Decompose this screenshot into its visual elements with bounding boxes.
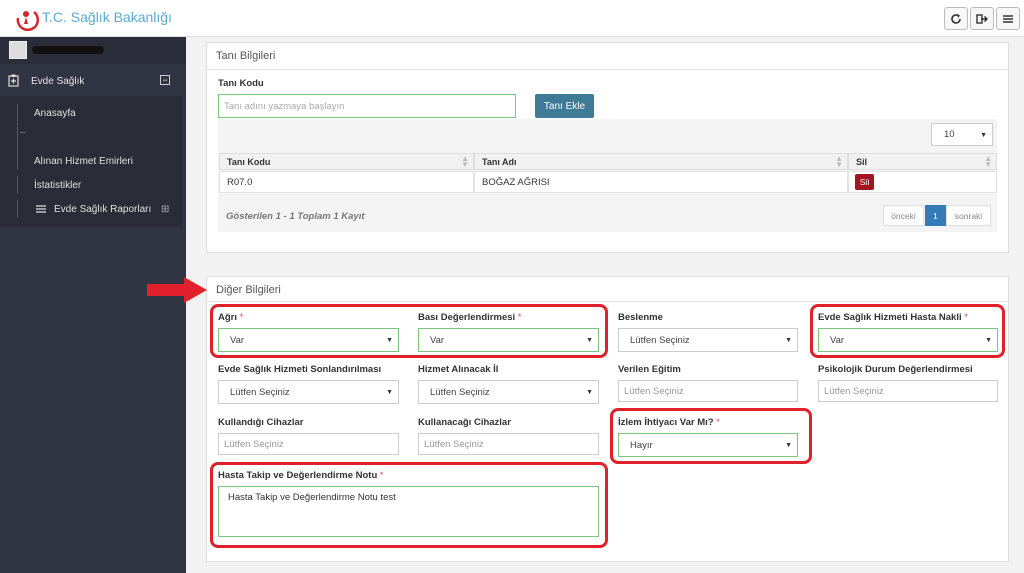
sort-icon: ▲ ▼: [984, 154, 992, 169]
psikolojik-input[interactable]: Lütfen Seçiniz: [818, 380, 998, 402]
panel-divider: [207, 69, 1008, 70]
menu-icon: [1003, 14, 1013, 23]
page-size-value: 10: [944, 129, 955, 140]
select-value: Lütfen Seçiniz: [630, 334, 690, 346]
beslenme-select[interactable]: Lütfen Seçiniz ▼: [618, 328, 798, 352]
tree-line: [17, 152, 18, 170]
list-icon: [36, 205, 46, 213]
tree-line: [17, 176, 18, 194]
menu-button[interactable]: [996, 7, 1020, 30]
hizmet-il-label: Hizmet Alınacak İl: [418, 364, 499, 375]
psikolojik-label: Psikolojik Durum Değerlendirmesi: [818, 364, 973, 375]
tani-search-input[interactable]: Tanı adını yazmaya başlayın: [218, 94, 516, 118]
sort-icon: ▲ ▼: [461, 154, 469, 169]
refresh-icon: [951, 13, 961, 24]
panel-title: Diğer Bilgileri: [216, 284, 281, 296]
logo-text: T.C. Sağlık Bakanlığı: [42, 9, 172, 25]
pagination-prev[interactable]: önceki: [883, 205, 924, 226]
kullanacagi-label: Kullanacağı Cihazlar: [418, 417, 511, 428]
hizmet-il-select[interactable]: Lütfen Seçiniz ▼: [418, 380, 599, 404]
sidebar: Evde Sağlık − Anasayfa Alınan Hizmet Emi…: [0, 37, 186, 573]
user-profile[interactable]: [0, 37, 186, 64]
table-footer-info: Gösterilen 1 - 1 Toplam 1 Kayıt: [226, 211, 365, 222]
sidebar-item-blank[interactable]: [0, 123, 182, 141]
column-header-tani-kodu[interactable]: Tanı Kodu ▲ ▼: [219, 153, 474, 170]
pagination-next[interactable]: sonraki: [946, 205, 991, 226]
expand-icon[interactable]: ⊞: [161, 204, 169, 215]
sidebar-item-evde-saglik[interactable]: Evde Sağlık −: [0, 70, 186, 92]
table-cell-name: BOĞAZ AĞRISI: [474, 171, 848, 193]
highlight-box: [610, 408, 812, 464]
sidebar-item-label: Evde Sağlık Raporları: [54, 204, 152, 215]
pagination-page-1[interactable]: 1: [925, 205, 946, 226]
ministry-logo[interactable]: T.C. Sağlık Bakanlığı: [10, 4, 190, 34]
sidebar-item-anasayfa[interactable]: Anasayfa: [0, 104, 182, 122]
redacted-user-name: [32, 46, 104, 54]
kullandigi-label: Kullandığı Cihazlar: [218, 417, 304, 428]
refresh-button[interactable]: [944, 7, 968, 30]
sidebar-item-label: İstatistikler: [34, 180, 82, 191]
crescent-logo-icon: [16, 11, 40, 32]
chevron-down-icon: ▼: [785, 337, 792, 344]
egitim-label: Verilen Eğitim: [618, 364, 681, 375]
highlight-box: [210, 462, 608, 548]
sidebar-item-label: Anasayfa: [34, 108, 76, 119]
egitim-input[interactable]: Lütfen Seçiniz: [618, 380, 798, 402]
logout-icon: [976, 13, 988, 24]
highlight-box: [210, 304, 608, 358]
panel-title: Tanı Bilgileri: [216, 50, 276, 62]
column-header-label: Sil: [856, 156, 868, 167]
sidebar-item-label: Alınan Hizmet Emirleri: [34, 156, 133, 167]
column-header-tani-adi[interactable]: Tanı Adı ▲ ▼: [474, 153, 848, 170]
tree-line: [17, 200, 18, 218]
table-cell-code: R07.0: [219, 171, 474, 193]
chevron-down-icon: ▼: [586, 389, 593, 396]
chevron-down-icon: ▼: [386, 389, 393, 396]
evde-saglik-submenu: Anasayfa Alınan Hizmet Emirleri İstatist…: [0, 96, 182, 227]
column-header-label: Tanı Kodu: [227, 156, 271, 167]
page-size-select[interactable]: 10 ▼: [931, 123, 993, 146]
beslenme-label: Beslenme: [618, 312, 663, 323]
sidebar-item-raporlar[interactable]: Evde Sağlık Raporları ⊞: [0, 200, 182, 218]
kullanacagi-input[interactable]: Lütfen Seçiniz: [418, 433, 599, 455]
sidebar-item-hizmet-emirleri[interactable]: Alınan Hizmet Emirleri: [0, 152, 182, 170]
logout-button[interactable]: [970, 7, 994, 30]
sonlandirilmasi-label: Evde Sağlık Hizmeti Sonlandırılması: [218, 364, 382, 375]
sidebar-item-label: Evde Sağlık: [31, 76, 85, 87]
chevron-down-icon: ▼: [980, 131, 987, 139]
tani-ekle-button[interactable]: Tanı Ekle: [535, 94, 594, 118]
sil-button[interactable]: Sil: [855, 174, 874, 190]
select-value: Lütfen Seçiniz: [430, 386, 490, 398]
tani-kodu-label: Tanı Kodu: [218, 78, 264, 89]
red-arrow-icon: [147, 277, 207, 303]
column-header-label: Tanı Adı: [482, 156, 517, 167]
column-header-sil[interactable]: Sil ▲ ▼: [848, 153, 997, 170]
sort-icon: ▲ ▼: [835, 154, 843, 169]
avatar: [9, 41, 27, 59]
tree-line: [17, 123, 18, 141]
tree-line: [17, 104, 18, 122]
sonlandirilmasi-select[interactable]: Lütfen Seçiniz ▼: [218, 380, 399, 404]
kullandigi-input[interactable]: Lütfen Seçiniz: [218, 433, 399, 455]
sidebar-item-istatistikler[interactable]: İstatistikler: [0, 176, 182, 194]
tree-branch: [20, 132, 26, 133]
collapse-toggle-icon[interactable]: −: [160, 75, 170, 85]
panel-divider: [207, 301, 1008, 302]
top-header: T.C. Sağlık Bakanlığı: [0, 0, 1024, 37]
select-value: Lütfen Seçiniz: [230, 386, 290, 398]
clipboard-icon: [8, 74, 19, 87]
highlight-box: [810, 304, 1005, 358]
